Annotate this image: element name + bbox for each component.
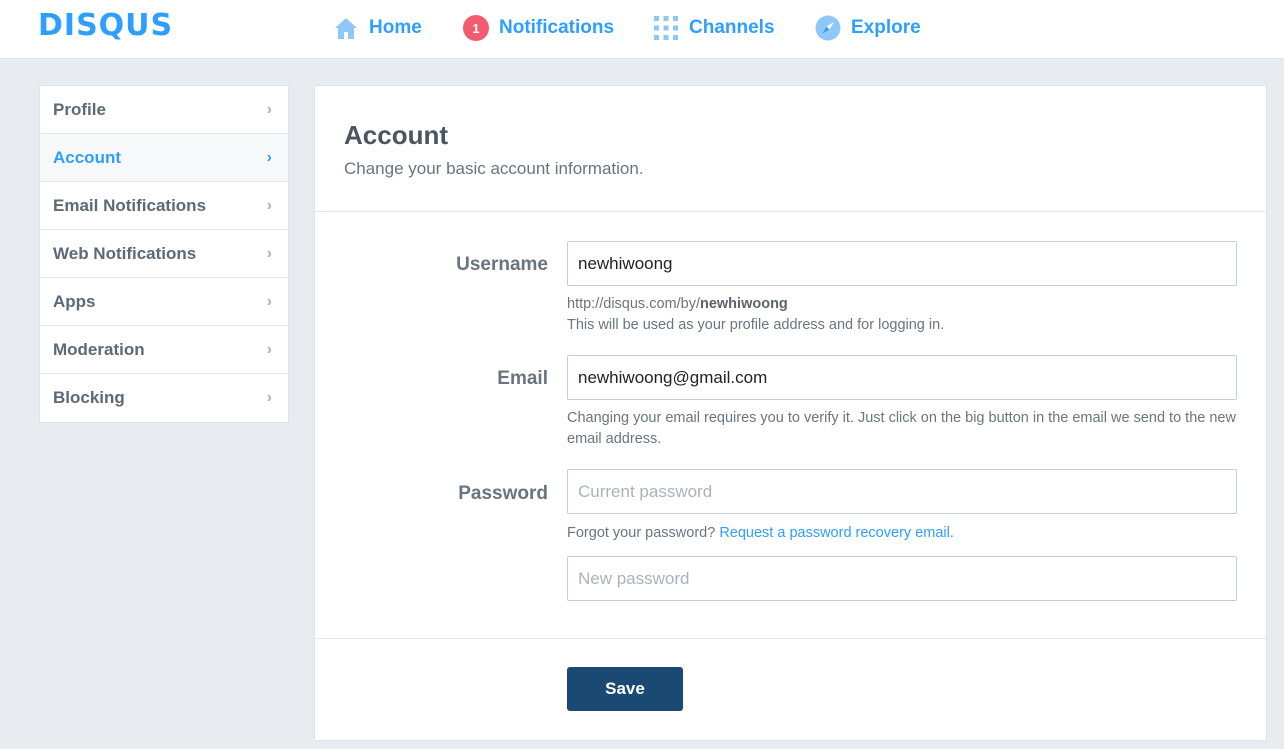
sidebar-item-email-notifications[interactable]: Email Notifications › bbox=[40, 182, 288, 230]
profile-url-prefix: http://disqus.com/by/ bbox=[567, 296, 700, 312]
sidebar-item-blocking[interactable]: Blocking › bbox=[40, 374, 288, 422]
grid-icon bbox=[653, 15, 679, 41]
nav-channels-label: Channels bbox=[689, 17, 775, 38]
disqus-logo[interactable]: DISQUS bbox=[38, 8, 173, 43]
notification-count-badge: 1 bbox=[463, 15, 489, 41]
sidebar-item-label: Web Notifications bbox=[53, 243, 197, 263]
chevron-right-icon: › bbox=[266, 389, 272, 406]
sidebar-item-label: Profile bbox=[53, 99, 106, 119]
page-subtitle: Change your basic account information. bbox=[344, 159, 644, 178]
sidebar-item-label: Blocking bbox=[53, 388, 125, 407]
password-recovery-link[interactable]: Request a password recovery email. bbox=[719, 525, 954, 541]
nav-home[interactable]: Home bbox=[333, 12, 422, 44]
new-password-input[interactable] bbox=[567, 556, 1237, 601]
sidebar-item-label: Moderation bbox=[53, 339, 145, 359]
card-header: Account Change your basic account inform… bbox=[315, 86, 1266, 212]
sidebar-item-apps[interactable]: Apps › bbox=[40, 278, 288, 326]
page-title: Account bbox=[344, 120, 448, 150]
sidebar-item-profile[interactable]: Profile › bbox=[40, 86, 288, 134]
forgot-password-text: Forgot your password? bbox=[567, 525, 716, 541]
form-divider bbox=[315, 638, 1266, 639]
email-input[interactable] bbox=[567, 355, 1237, 400]
username-help: http://disqus.com/by/newhiwoong This wil… bbox=[567, 294, 1237, 336]
sidebar-item-label: Email Notifications bbox=[53, 195, 207, 215]
chevron-right-icon: › bbox=[266, 292, 272, 310]
chevron-right-icon: › bbox=[266, 196, 272, 214]
home-icon bbox=[333, 15, 359, 41]
chevron-right-icon: › bbox=[266, 100, 272, 118]
profile-url-username: newhiwoong bbox=[699, 296, 788, 312]
sidebar-item-web-notifications[interactable]: Web Notifications › bbox=[40, 230, 288, 278]
top-navigation-bar: DISQUS Home 1 Notifications Channels Exp… bbox=[0, 0, 1284, 59]
chevron-right-icon: › bbox=[266, 244, 272, 262]
sidebar-item-account[interactable]: Account › bbox=[40, 134, 288, 182]
settings-sidebar: Profile › Account › Email Notifications … bbox=[39, 85, 289, 423]
chevron-right-icon: › bbox=[266, 340, 272, 358]
nav-notifications-label: Notifications bbox=[499, 17, 615, 38]
sidebar-item-moderation[interactable]: Moderation › bbox=[40, 326, 288, 374]
nav-channels[interactable]: Channels bbox=[653, 12, 775, 44]
compass-icon bbox=[815, 15, 841, 41]
sidebar-item-label: Account bbox=[53, 147, 121, 167]
nav-explore[interactable]: Explore bbox=[815, 12, 921, 44]
username-label: Username bbox=[456, 254, 548, 275]
username-help-text: This will be used as your profile addres… bbox=[567, 317, 945, 333]
nav-notifications[interactable]: 1 Notifications bbox=[463, 12, 614, 44]
sidebar-item-label: Apps bbox=[53, 291, 96, 311]
email-help-text: Changing your email requires you to veri… bbox=[567, 410, 1236, 447]
save-button[interactable]: Save bbox=[567, 667, 683, 711]
nav-explore-label: Explore bbox=[851, 17, 921, 38]
account-settings-card: Account Change your basic account inform… bbox=[314, 85, 1267, 741]
nav-home-label: Home bbox=[369, 17, 422, 38]
username-input[interactable] bbox=[567, 241, 1237, 286]
password-label: Password bbox=[458, 483, 548, 504]
password-help: Forgot your password? Request a password… bbox=[567, 523, 1237, 544]
current-password-input[interactable] bbox=[567, 469, 1237, 514]
email-label: Email bbox=[497, 368, 548, 389]
chevron-right-icon: › bbox=[266, 148, 272, 166]
